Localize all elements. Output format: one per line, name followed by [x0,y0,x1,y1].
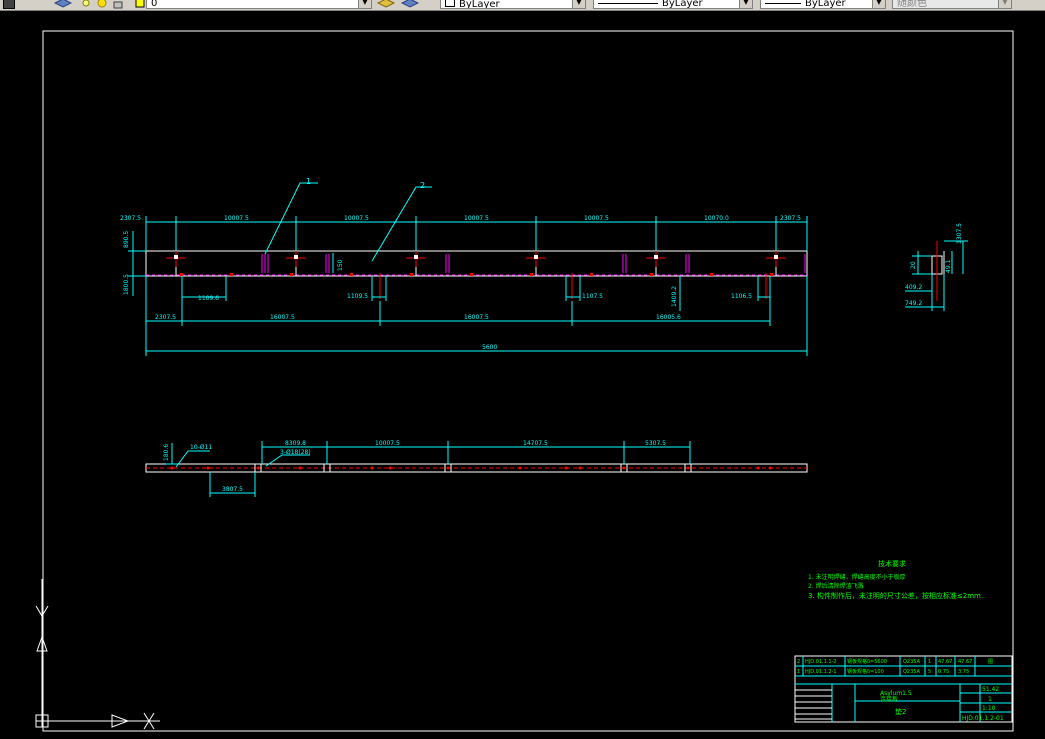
top-dim-6: 2307.5 [780,215,801,222]
top-dim-3: 10007.5 [464,215,489,222]
drawing-canvas[interactable]: 1 2 2307.5 10007.5 10007.5 10007.5 10007… [0,11,1045,739]
properties-toolbar: 0 ▼ ByLayer ▼ ByLayer ▼ ByLayer ▼ 随颜色 ▼ [0,0,1045,11]
notes-title: 技术要求 [878,559,906,568]
mid-label: 150 [337,259,344,271]
strip-height-dim: 180.6 [163,444,170,461]
chevron-down-icon[interactable]: ▼ [358,0,371,8]
line-sample [765,2,801,4]
chevron-down-icon[interactable]: ▼ [572,0,585,8]
linetype-dropdown[interactable]: ByLayer ▼ [593,0,753,9]
canvas-background [0,11,1045,739]
bom-row-1-mat: Q235A [903,669,920,675]
side-dim-0: 1307.5 [956,223,963,244]
chevron-down-icon[interactable]: ▼ [739,0,752,8]
side-dim-3: 409.2 [905,284,922,291]
top-dim-4: 10007.5 [584,215,609,222]
match-properties-icon[interactable] [3,0,15,9]
hole-dim-1: 1109.5 [347,293,368,300]
color-box-icon [445,0,455,7]
bom-row-2-total: 47.67 [958,659,972,665]
bottom-dim-1: 16007.5 [270,314,295,321]
part-name: 连接板 [880,695,898,703]
sun-icon [97,0,107,8]
strip-top-dim-3: 5307.5 [645,440,666,447]
part-sub: 垫2 [895,707,906,716]
top-dim-2: 10007.5 [344,215,369,222]
bottom-dim-3: 16005.6 [656,314,681,321]
bom-row-2-name: 钢板规格δ=5600 [847,658,887,665]
lineweight-value: ByLayer [805,0,846,9]
weight: 51.42 [982,686,999,693]
bom-row-1-no: 1 [797,669,800,675]
layer-manager-icon[interactable] [54,0,72,9]
color-value: ByLayer [459,0,500,9]
strip-top-dim-1: 10007.5 [375,440,400,447]
line-sample [598,2,658,4]
bottom-dim-0: 2307.5 [155,314,176,321]
bulb-icon [82,0,90,7]
top-dim-5: 10070.0 [704,215,729,222]
drawing-number: HJD.01.1.2-01 [962,715,1004,722]
side-dim-4: 749.2 [905,300,922,307]
plotstyle-dropdown[interactable]: 随颜色 ▼ [892,0,1012,9]
left-dim-0: 890.5 [123,231,130,248]
layer-value: 0 [151,0,158,9]
hole-dim-4: 1409.2 [671,286,678,307]
layer-dropdown[interactable]: 0 ▼ [146,0,372,9]
chevron-down-icon[interactable]: ▼ [998,0,1011,8]
left-dim-1: 1800.5 [123,274,130,295]
linetype-value: ByLayer [662,0,703,9]
top-dim-1: 10007.5 [224,215,249,222]
strip-top-dim-2: 14707.5 [523,440,548,447]
color-swatch-icon [135,0,145,8]
bom-row-2-remark: 图 [988,659,993,665]
make-current-layer-icon[interactable] [377,0,395,9]
scale: 1:10 [982,705,996,712]
notes-line-1: 1. 未注明焊缝，焊缝高度不小于板厚 [808,573,906,581]
bom-row-1-name: 钢板规格δ=100 [847,668,884,675]
strip-label-holes: 10-Ø11 [190,444,212,451]
side-dim-1: 49.1 [945,259,952,273]
bom-row-2-no: 2 [797,659,800,665]
color-dropdown[interactable]: ByLayer ▼ [440,0,586,9]
bom-row-1-unit: 0.75 [938,669,949,675]
side-dim-2: 20 [910,261,917,269]
bom-row-1-qty: 5 [928,669,931,675]
overall-dim: 5600 [482,344,497,351]
strip-bottom-dim: 3807.5 [222,486,243,493]
lock-icon [113,1,123,9]
leader-label-2: 2 [420,181,425,190]
hole-dim-3: 1106.5 [731,293,752,300]
leader-label-1: 1 [306,177,311,186]
notes-line-3: 3. 构件制作后，未注明的尺寸公差，按相应标准≤2mm. [808,591,983,600]
bom-row-2-code: HJD.01.1.1-2 [805,659,837,665]
bom-row-2-mat: Q235A [903,659,920,665]
strip-label-bolts: 3-Ø18(28) [280,449,311,456]
bom-row-2-unit: 47.67 [938,659,952,665]
bom-row-1-total: 3.75 [958,669,969,675]
plotstyle-value: 随颜色 [897,0,927,9]
layer-previous-icon[interactable] [401,0,419,9]
bom-row-2-qty: 1 [928,659,931,665]
count: 1 [988,696,992,703]
hole-dim-2: 1107.5 [582,293,603,300]
top-dim-0: 2307.5 [120,215,141,222]
strip-top-dim-0: 8309.8 [285,440,306,447]
bom-row-1-code: HJD.01.1.2-1 [805,669,837,675]
chevron-down-icon[interactable]: ▼ [872,0,885,8]
lineweight-dropdown[interactable]: ByLayer ▼ [760,0,886,9]
hole-dim-0: 1109.6 [198,295,219,302]
notes-line-2: 2. 焊后清除焊渣飞溅 [808,582,864,590]
bottom-dim-2: 16007.5 [464,314,489,321]
